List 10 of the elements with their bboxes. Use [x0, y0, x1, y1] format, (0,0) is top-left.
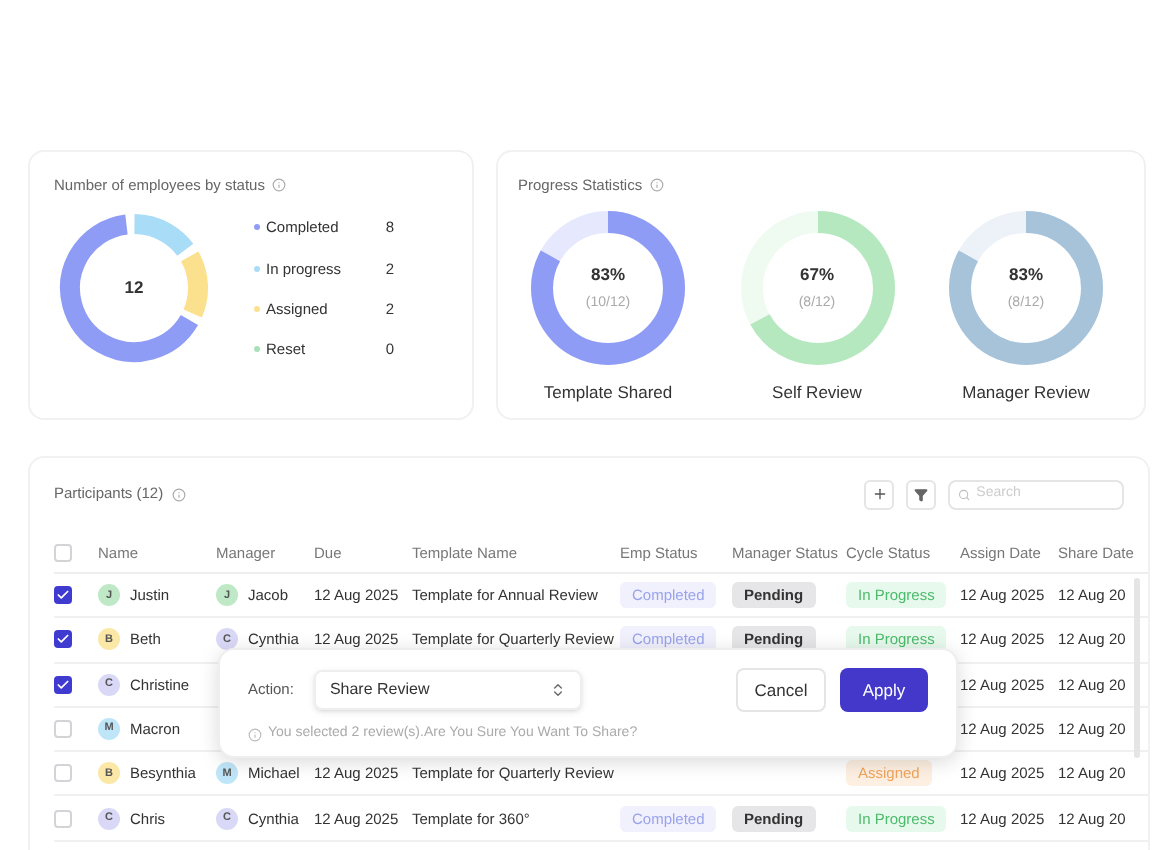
- ring-label: Manager Review: [962, 380, 1090, 406]
- total-count: 12: [124, 275, 144, 302]
- ring-label: Self Review: [772, 380, 862, 406]
- percent-value: 67%: [799, 262, 834, 288]
- apply-button[interactable]: Apply: [840, 668, 928, 712]
- percent-value: 83%: [590, 262, 625, 288]
- percent-value: 83%: [1008, 262, 1043, 288]
- action-select[interactable]: Share Review: [313, 670, 582, 710]
- cancel-button[interactable]: Cancel: [736, 668, 826, 712]
- ring-label: Template Shared: [543, 380, 673, 406]
